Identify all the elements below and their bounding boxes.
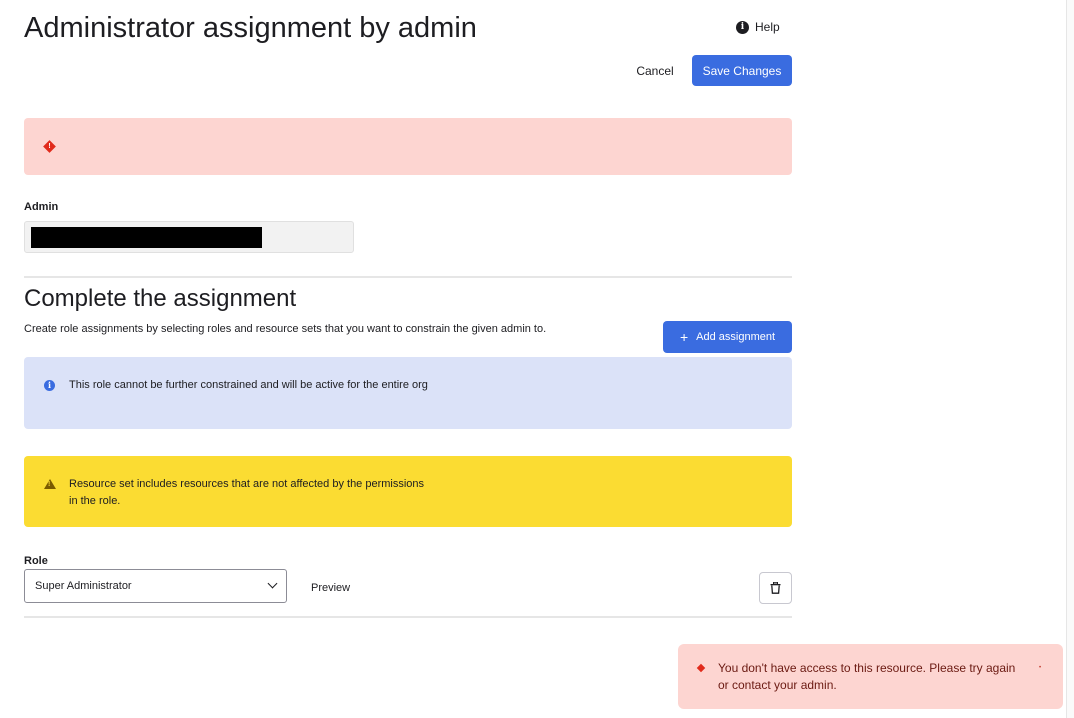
preview-link[interactable]: Preview	[311, 582, 350, 594]
error-banner: !	[24, 118, 792, 175]
redacted-admin-value	[31, 227, 262, 248]
section-title: Complete the assignment	[24, 285, 297, 312]
warning-callout-text: Resource set includes resources that are…	[69, 478, 425, 507]
delete-assignment-button[interactable]	[759, 572, 792, 604]
help-label: Help	[755, 20, 780, 34]
page-scrollbar[interactable]	[1066, 0, 1074, 718]
info-callout: i This role cannot be further constraine…	[24, 357, 792, 429]
admin-label: Admin	[24, 201, 59, 213]
info-circle-icon: i	[44, 380, 55, 391]
page-title: Administrator assignment by admin	[24, 12, 477, 44]
add-assignment-button[interactable]: + Add assignment	[663, 321, 792, 353]
info-circle-icon: i	[736, 20, 749, 34]
error-diamond-icon: !	[43, 140, 56, 153]
add-assignment-label: Add assignment	[696, 331, 776, 343]
warning-callout: ! Resource set includes resources that a…	[24, 456, 792, 527]
close-icon[interactable]: •	[1037, 665, 1043, 671]
save-changes-button[interactable]: Save Changes	[692, 55, 792, 86]
role-label: Role	[24, 555, 48, 567]
row-divider	[24, 616, 792, 618]
info-callout-text: This role cannot be further constrained …	[69, 379, 428, 391]
role-select-value: Super Administrator	[35, 580, 132, 592]
error-diamond-icon	[696, 663, 706, 673]
warning-triangle-icon: !	[44, 479, 56, 489]
role-select[interactable]: Super Administrator	[24, 569, 287, 603]
cancel-button[interactable]: Cancel	[626, 55, 684, 86]
section-divider	[24, 276, 792, 278]
trash-icon	[770, 582, 781, 594]
error-toast: You don't have access to this resource. …	[678, 644, 1063, 709]
section-description: Create role assignments by selecting rol…	[24, 323, 547, 335]
chevron-down-icon	[267, 578, 278, 589]
admin-field	[24, 221, 354, 253]
plus-icon: +	[679, 329, 689, 345]
toast-message: You don't have access to this resource. …	[718, 661, 1016, 692]
help-link[interactable]: i Help	[736, 20, 780, 34]
